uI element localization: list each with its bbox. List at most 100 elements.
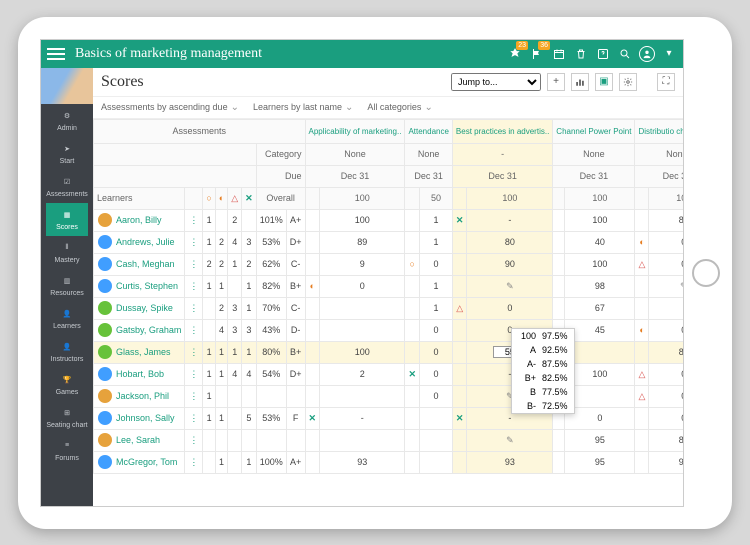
learner-name[interactable]: McGregor, Tom — [116, 457, 177, 467]
learner-cell[interactable]: Gatsby, Graham — [94, 319, 185, 341]
grade-option[interactable]: 10097.5% — [512, 329, 574, 343]
score-cell[interactable]: 89 — [320, 231, 405, 253]
sidebar-item-mastery[interactable]: ⫴Mastery — [46, 236, 88, 269]
column-header[interactable]: Applicability of marketing.. — [305, 119, 405, 143]
learner-cell[interactable]: Jackson, Phil — [94, 385, 185, 407]
learner-name[interactable]: Aaron, Billy — [116, 215, 162, 225]
learner-cell[interactable]: Aaron, Billy — [94, 209, 185, 231]
score-cell[interactable]: 1 — [419, 231, 452, 253]
award-icon[interactable]: 23 — [507, 46, 523, 62]
score-cell[interactable]: 0 — [649, 231, 683, 253]
sidebar-item-games[interactable]: 🏆Games — [46, 368, 88, 401]
score-cell[interactable]: 67 — [565, 297, 635, 319]
score-cell[interactable]: 0 — [419, 341, 452, 363]
row-menu[interactable]: ⋮ — [185, 363, 203, 385]
learner-name[interactable]: Glass, James — [116, 347, 171, 357]
score-cell[interactable] — [419, 451, 452, 473]
score-cell[interactable]: 1 — [419, 275, 452, 297]
symbol-half-header[interactable]: ◐ — [215, 187, 227, 209]
help-icon[interactable] — [595, 46, 611, 62]
score-cell[interactable]: ✎ — [649, 275, 683, 297]
score-cell[interactable]: 0 — [320, 275, 405, 297]
score-cell[interactable]: - — [467, 209, 553, 231]
grade-option[interactable]: A92.5% — [512, 343, 574, 357]
sidebar-item-learners[interactable]: 👤Learners — [46, 302, 88, 335]
column-header[interactable]: Best practices in advertis.. — [452, 119, 552, 143]
calendar-icon[interactable] — [551, 46, 567, 62]
learner-name[interactable]: Curtis, Stephen — [116, 281, 178, 291]
learner-name[interactable]: Jackson, Phil — [116, 391, 169, 401]
fullscreen-button[interactable]: ⛶ — [657, 73, 675, 91]
score-cell[interactable]: 90 — [467, 253, 553, 275]
score-cell[interactable] — [320, 429, 405, 451]
score-cell[interactable]: 40 — [565, 231, 635, 253]
grade-dropdown[interactable]: 10097.5%A92.5%A-87.5%B+82.5%B77.5%B-72.5… — [511, 328, 575, 414]
symbol-triangle-header[interactable]: △ — [228, 187, 242, 209]
score-cell[interactable]: 86 — [649, 341, 683, 363]
score-cell[interactable]: 0 — [649, 253, 683, 275]
row-menu[interactable]: ⋮ — [185, 341, 203, 363]
settings-button[interactable] — [619, 73, 637, 91]
score-cell[interactable] — [565, 385, 635, 407]
score-cell[interactable]: 100 — [320, 341, 405, 363]
filter-assessments[interactable]: Assessments by ascending due — [101, 102, 239, 113]
learner-name[interactable]: Cash, Meghan — [116, 259, 175, 269]
sidebar-item-instructors[interactable]: 👤Instructors — [46, 335, 88, 368]
learner-cell[interactable]: Andrews, Julie — [94, 231, 185, 253]
flag-icon[interactable]: 36 — [529, 46, 545, 62]
learner-cell[interactable]: Glass, James — [94, 341, 185, 363]
score-cell[interactable]: 1 — [419, 297, 452, 319]
learner-cell[interactable]: Lee, Sarah — [94, 429, 185, 451]
sidebar-item-admin[interactable]: ⚙Admin — [46, 104, 88, 137]
score-cell[interactable]: 100 — [565, 363, 635, 385]
grade-option[interactable]: A-87.5% — [512, 357, 574, 371]
score-cell[interactable]: 2 — [320, 363, 405, 385]
score-cell[interactable]: 45 — [565, 319, 635, 341]
edit-icon[interactable]: ✎ — [506, 281, 514, 291]
learner-cell[interactable]: Dussay, Spike — [94, 297, 185, 319]
column-header[interactable]: Attendance — [405, 119, 452, 143]
row-menu[interactable]: ⋮ — [185, 297, 203, 319]
learner-name[interactable]: Andrews, Julie — [116, 237, 175, 247]
user-avatar[interactable] — [639, 46, 655, 62]
score-cell[interactable]: 80 — [467, 231, 553, 253]
sidebar-item-seating-chart[interactable]: ⊞Seating chart — [46, 401, 88, 434]
jump-to-select[interactable]: Jump to... — [451, 73, 541, 91]
row-menu[interactable]: ⋮ — [185, 209, 203, 231]
row-menu[interactable]: ⋮ — [185, 253, 203, 275]
learner-cell[interactable]: Cash, Meghan — [94, 253, 185, 275]
learner-cell[interactable]: McGregor, Tom — [94, 451, 185, 473]
score-cell[interactable]: ✎ — [467, 429, 553, 451]
row-menu[interactable]: ⋮ — [185, 231, 203, 253]
device-home-button[interactable] — [692, 259, 720, 287]
score-cell[interactable]: 0 — [467, 297, 553, 319]
add-button[interactable]: + — [547, 73, 565, 91]
trash-icon[interactable] — [573, 46, 589, 62]
edit-icon[interactable]: ✎ — [680, 281, 683, 291]
score-cell[interactable]: 93 — [467, 451, 553, 473]
sidebar-item-scores[interactable]: ▦Scores — [46, 203, 88, 236]
learner-name[interactable]: Hobart, Bob — [116, 369, 164, 379]
score-cell[interactable]: 100 — [565, 253, 635, 275]
sidebar-item-resources[interactable]: ▥Resources — [46, 269, 88, 302]
score-cell[interactable]: 0 — [649, 407, 683, 429]
score-cell[interactable]: 98 — [565, 275, 635, 297]
course-thumbnail[interactable] — [41, 68, 93, 104]
score-cell[interactable] — [320, 385, 405, 407]
row-menu[interactable]: ⋮ — [185, 407, 203, 429]
score-cell[interactable]: 0 — [419, 253, 452, 275]
score-cell[interactable]: 100 — [565, 209, 635, 231]
score-cell[interactable]: 83 — [649, 209, 683, 231]
sidebar-item-assessments[interactable]: ☑Assessments — [46, 170, 88, 203]
score-cell[interactable]: 0 — [419, 319, 452, 341]
score-cell[interactable]: 9 — [320, 253, 405, 275]
learner-cell[interactable]: Curtis, Stephen — [94, 275, 185, 297]
menu-icon[interactable] — [47, 48, 65, 60]
filter-categories[interactable]: All categories — [367, 102, 432, 113]
scores-grid[interactable]: AssessmentsApplicability of marketing..A… — [93, 119, 683, 506]
user-menu-chevron[interactable]: ▾ — [661, 46, 677, 62]
filter-learners[interactable]: Learners by last name — [253, 102, 353, 113]
score-cell[interactable]: 0 — [419, 363, 452, 385]
row-menu[interactable]: ⋮ — [185, 275, 203, 297]
edit-icon[interactable]: ✎ — [506, 435, 514, 445]
